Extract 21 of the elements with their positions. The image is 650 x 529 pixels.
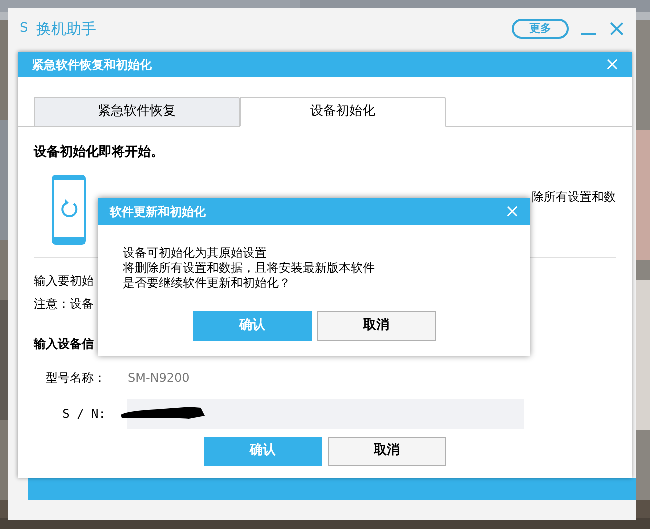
description-text: 除所有设置和数 <box>532 188 616 206</box>
field-label: 型号名称： <box>45 370 107 386</box>
cancel-button[interactable]: 取消 <box>328 436 446 466</box>
confirm-dialog-title: 软件更新和初始化 <box>110 204 207 220</box>
app-logo: S <box>20 20 28 38</box>
field-label: S / N: <box>62 406 107 422</box>
dialog-title: 紧急软件恢复和初始化 <box>32 56 153 74</box>
cancel-button[interactable]: 取消 <box>317 311 436 341</box>
note-text: 注意：设备 <box>34 296 94 312</box>
message-line: 设备可初始化为其原始设置 <box>123 246 268 261</box>
close-icon[interactable] <box>610 22 624 36</box>
message-line: 是否要继续软件更新和初始化？ <box>123 276 292 291</box>
section-heading: 设备初始化即将开始。 <box>34 144 165 162</box>
tab[interactable]: 设备初始化 <box>240 97 446 127</box>
model-value: SM-N9200 <box>128 370 190 386</box>
section-title: 输入设备信 <box>34 336 94 352</box>
instruction-text: 输入要初始 <box>34 272 94 290</box>
message-line: 将删除所有设置和数据，且将安装最新版本软件 <box>123 261 376 276</box>
phone-refresh-icon <box>52 174 86 244</box>
tab[interactable]: 紧急软件恢复 <box>34 97 240 127</box>
window-title: 换机助手 <box>36 18 96 40</box>
